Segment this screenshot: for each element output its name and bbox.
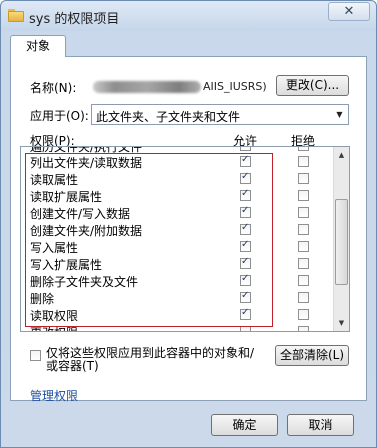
permission-row: 列出文件夹/读取数据 [21, 153, 335, 170]
tab-object[interactable]: 对象 [10, 35, 66, 57]
apply-to-select[interactable]: 此文件夹、子文件夹和文件 ▼ [91, 104, 349, 125]
allow-checkbox[interactable] [240, 326, 251, 331]
change-button[interactable]: 更改(C)... [276, 75, 349, 96]
permission-row: 更改权限 [21, 323, 335, 331]
deny-checkbox[interactable] [298, 190, 309, 201]
allow-checkbox[interactable] [240, 273, 251, 286]
permission-label: 删除子文件夹及文件 [30, 275, 139, 289]
permission-label: 删除 [30, 292, 55, 306]
permission-label: 创建文件/写入数据 [30, 207, 131, 221]
deny-checkbox[interactable] [298, 147, 309, 151]
deny-checkbox[interactable] [298, 292, 309, 303]
allow-checkbox[interactable] [240, 239, 251, 252]
cancel-button[interactable]: 取消 [287, 414, 354, 436]
allow-checkbox[interactable] [240, 256, 251, 269]
permission-label: 更改权限 [30, 324, 78, 331]
name-label: 名称(N): [30, 81, 77, 95]
deny-checkbox[interactable] [298, 309, 309, 320]
apply-to-value: 此文件夹、子文件夹和文件 [96, 110, 241, 124]
allow-checkbox[interactable] [240, 147, 251, 151]
apply-container-only-label: 仅将这些权限应用到此容器中的对象和/或容器(T) [46, 346, 255, 373]
permission-entry-dialog: sys 的权限项目 ✕ 对象 名称(N): AIIS_IUSRS) 更改(C).… [0, 0, 377, 448]
allow-checkbox[interactable] [240, 188, 251, 201]
ok-button[interactable]: 确定 [211, 414, 278, 436]
list-scrollbar[interactable]: ▲ ▼ [333, 147, 349, 331]
permission-row: 写入属性 [21, 238, 335, 255]
allow-checkbox[interactable] [240, 171, 251, 184]
scroll-up-icon[interactable]: ▲ [334, 147, 349, 163]
scroll-thumb[interactable] [335, 199, 348, 285]
name-field: AIIS_IUSRS) [92, 76, 267, 96]
permission-label: 读取扩展属性 [30, 190, 103, 204]
allow-checkbox[interactable] [240, 205, 251, 218]
permission-row: 读取属性 [21, 170, 335, 187]
deny-checkbox[interactable] [298, 173, 309, 184]
permission-row: 读取扩展属性 [21, 187, 335, 204]
name-value: AIIS_IUSRS) [203, 80, 267, 93]
close-button[interactable]: ✕ [328, 2, 370, 21]
permission-label: 写入属性 [30, 241, 79, 255]
allow-checkbox[interactable] [240, 154, 251, 167]
title-bar: sys 的权限项目 ✕ [1, 1, 376, 31]
permission-label: 列出文件夹/读取数据 [30, 156, 143, 170]
permissions-list: 遍历文件夹/执行文件 列出文件夹/读取数据 读取属性 读取扩展属性 创建文件/写 [20, 146, 350, 332]
folder-icon [8, 9, 24, 22]
permission-row: 删除 [21, 289, 335, 306]
object-panel: 名称(N): AIIS_IUSRS) 更改(C)... 应用于(O): 此文件夹… [10, 56, 367, 404]
deny-checkbox[interactable] [298, 156, 309, 167]
permission-label: 创建文件夹/附加数据 [30, 224, 143, 238]
clear-all-button[interactable]: 全部清除(L) [275, 345, 349, 366]
apply-container-only-checkbox[interactable] [30, 350, 41, 361]
permission-row: 写入扩展属性 [21, 255, 335, 272]
allow-checkbox[interactable] [240, 290, 251, 303]
deny-checkbox[interactable] [298, 326, 309, 331]
permission-row: 创建文件夹/附加数据 [21, 221, 335, 238]
deny-checkbox[interactable] [298, 275, 309, 286]
scroll-down-icon[interactable]: ▼ [334, 315, 349, 331]
deny-checkbox[interactable] [298, 241, 309, 252]
permission-row: 删除子文件夹及文件 [21, 272, 335, 289]
permission-row: 创建文件/写入数据 [21, 204, 335, 221]
permission-label: 写入扩展属性 [30, 258, 103, 272]
permission-row: 读取权限 [21, 306, 335, 323]
manage-permissions-link[interactable]: 管理权限 [30, 387, 78, 404]
deny-checkbox[interactable] [298, 207, 309, 218]
window-title: sys 的权限项目 [29, 12, 120, 27]
chevron-down-icon: ▼ [336, 110, 343, 119]
deny-checkbox[interactable] [298, 224, 309, 235]
permission-label: 读取属性 [30, 173, 79, 187]
deny-checkbox[interactable] [298, 258, 309, 269]
permission-label: 读取权限 [30, 309, 79, 323]
allow-checkbox[interactable] [240, 222, 251, 235]
apply-to-label: 应用于(O): [30, 109, 89, 123]
allow-checkbox[interactable] [240, 307, 251, 320]
redacted-name [93, 81, 201, 93]
